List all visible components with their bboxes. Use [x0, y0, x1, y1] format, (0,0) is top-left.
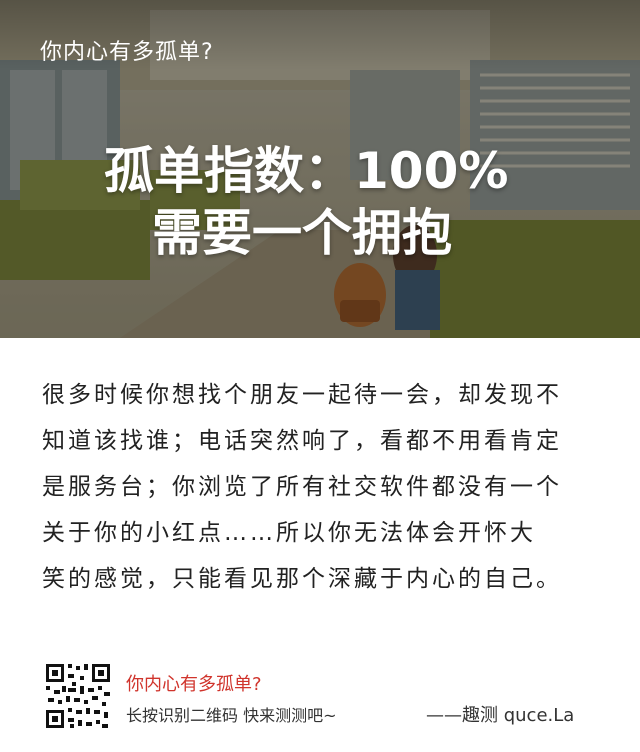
- quiz-title-label: 你内心有多孤单?: [40, 40, 214, 65]
- share-card: 你内心有多孤单? 孤单指数：100% 需要一个拥抱 很多时候你想找个朋友一起待一…: [0, 0, 640, 752]
- result-headline-line2: 需要一个拥抱: [152, 204, 452, 262]
- result-headline: 孤单指数：100% 需要一个拥抱: [0, 140, 640, 264]
- description-line: 笑的感觉，只能看见那个深藏于内心的自己。: [42, 566, 562, 592]
- description-line: 关于你的小红点……所以你无法体会开怀大: [42, 520, 536, 546]
- description-line: 很多时候你想找个朋友一起待一会，却发现不: [42, 382, 562, 408]
- qr-code-icon[interactable]: [44, 662, 112, 730]
- result-headline-line1: 孤单指数：100%: [104, 142, 509, 200]
- description-line: 知道该找谁；电话突然响了，看都不用看肯定: [42, 428, 562, 454]
- footer-signature: ——趣测 quce.La: [426, 705, 575, 726]
- description-line: 是服务台；你浏览了所有社交软件都没有一个: [42, 474, 562, 500]
- footer-quiz-title: 你内心有多孤单?: [126, 674, 262, 695]
- result-description: 很多时候你想找个朋友一起待一会，却发现不 知道该找谁；电话突然响了，看都不用看肯…: [42, 372, 602, 602]
- footer-scan-hint: 长按识别二维码 快来测测吧~: [126, 706, 337, 725]
- hero-illustration: 你内心有多孤单? 孤单指数：100% 需要一个拥抱: [0, 0, 640, 338]
